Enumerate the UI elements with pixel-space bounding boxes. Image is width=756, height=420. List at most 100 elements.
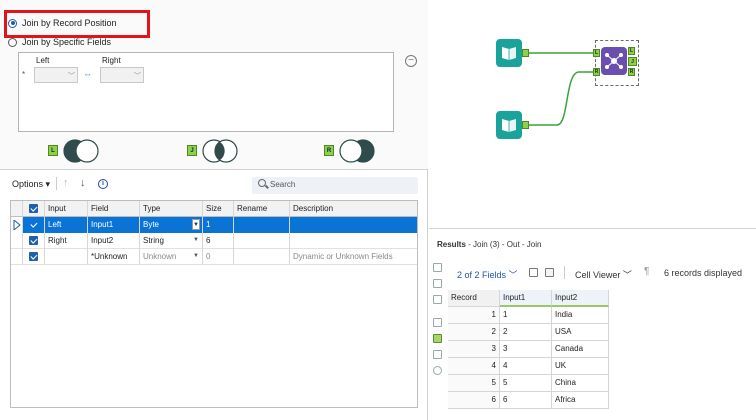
- input-data-tool[interactable]: [496, 39, 522, 67]
- input-data-tool[interactable]: [496, 111, 522, 139]
- help-icon[interactable]: [433, 366, 442, 375]
- highlight-annotation: [4, 10, 150, 38]
- table-view-icon[interactable]: [433, 279, 442, 288]
- cell-input1[interactable]: 2: [500, 324, 552, 341]
- join-output-anchor[interactable]: J: [628, 57, 637, 66]
- right-column-header: Right: [102, 56, 121, 65]
- checkbox-checked-icon[interactable]: [29, 236, 38, 245]
- header-description[interactable]: Description: [290, 201, 417, 217]
- left-field-select[interactable]: ﹀: [34, 67, 78, 83]
- cell-description[interactable]: Dynamic or Unknown Fields: [290, 249, 417, 265]
- left-column-header: Left: [36, 56, 50, 65]
- cell-rename[interactable]: [234, 249, 290, 265]
- cell-input1[interactable]: 4: [500, 358, 552, 375]
- new-row-marker: *: [22, 70, 26, 79]
- header-size[interactable]: Size: [203, 201, 234, 217]
- cell-record[interactable]: 5: [448, 375, 500, 392]
- remove-row-button[interactable]: −: [405, 55, 417, 67]
- cell-input1[interactable]: 1: [500, 307, 552, 324]
- swap-icon[interactable]: ⇔: [83, 69, 92, 79]
- chevron-down-icon[interactable]: ▼: [192, 219, 200, 230]
- cell-input1[interactable]: 3: [500, 341, 552, 358]
- fields-dropdown[interactable]: 2 of 2 Fields ﹀: [457, 268, 518, 281]
- cell-size[interactable]: 6: [203, 233, 234, 249]
- cell-record[interactable]: 4: [448, 358, 500, 375]
- header-record[interactable]: Record: [448, 290, 500, 307]
- cell-rename[interactable]: [234, 233, 290, 249]
- cell-size[interactable]: 1: [203, 217, 234, 233]
- header-type[interactable]: Type: [140, 201, 203, 217]
- header-input2[interactable]: Input2: [552, 290, 609, 307]
- cell-input2[interactable]: China: [552, 375, 609, 392]
- table-row[interactable]: Left Input1 Byte ▼ 1: [11, 217, 417, 233]
- cell-record[interactable]: 1: [448, 307, 500, 324]
- header-field[interactable]: Field: [88, 201, 140, 217]
- workflow-canvas[interactable]: L R L J R: [429, 0, 756, 228]
- cell-input2[interactable]: Canada: [552, 341, 609, 358]
- row-indicator-header: [11, 201, 23, 217]
- table-row[interactable]: Right Input2 String ▼ 6: [11, 233, 417, 249]
- join-left-output-anchor[interactable]: L: [628, 47, 635, 55]
- cell-field[interactable]: *Unknown: [88, 249, 140, 265]
- table-row[interactable]: *Unknown Unknown ▼ 0 Dynamic or Unknown …: [11, 249, 417, 265]
- toolbar-divider: [56, 177, 57, 190]
- cell-description[interactable]: [290, 233, 417, 249]
- cell-field[interactable]: Input2: [88, 233, 140, 249]
- move-down-icon[interactable]: ↓: [80, 177, 86, 189]
- cell-record[interactable]: 2: [448, 324, 500, 341]
- chevron-down-icon[interactable]: ▼: [192, 235, 200, 246]
- join-left-input-anchor[interactable]: L: [593, 49, 600, 57]
- metadata-icon[interactable]: [433, 295, 442, 304]
- join-tool[interactable]: [601, 47, 627, 75]
- options-menu-button[interactable]: Options ▾: [12, 179, 50, 190]
- edit-icon[interactable]: [529, 268, 538, 277]
- cell-record[interactable]: 6: [448, 392, 500, 409]
- input1-anchor-icon[interactable]: [433, 318, 442, 327]
- cell-input2[interactable]: UK: [552, 358, 609, 375]
- cell-description[interactable]: [290, 217, 417, 233]
- cell-input2[interactable]: USA: [552, 324, 609, 341]
- results-title-rest: - Join (3) - Out - Join: [465, 240, 542, 249]
- row-checkbox[interactable]: [23, 233, 45, 249]
- pilcrow-icon[interactable]: ¶: [644, 266, 649, 277]
- list-icon[interactable]: [433, 263, 442, 272]
- venn-right-icon: [339, 139, 375, 163]
- info-icon[interactable]: i: [98, 179, 108, 189]
- select-all-header[interactable]: [23, 201, 45, 217]
- input2-anchor-icon[interactable]: [433, 350, 442, 359]
- join-right-input-anchor[interactable]: R: [593, 68, 600, 76]
- cell-type[interactable]: String ▼: [140, 233, 203, 249]
- checkbox-checked-icon[interactable]: [29, 220, 38, 229]
- close-icon[interactable]: [545, 268, 554, 277]
- records-count: 6 records displayed: [664, 268, 743, 278]
- venn-left-icon: [63, 139, 99, 163]
- join-anchor-icon[interactable]: [433, 334, 442, 343]
- cell-size[interactable]: 0: [203, 249, 234, 265]
- cell-type[interactable]: Byte ▼: [140, 217, 203, 233]
- cell-type[interactable]: Unknown ▼: [140, 249, 203, 265]
- move-up-icon[interactable]: ↑: [63, 177, 69, 189]
- cell-input1[interactable]: 6: [500, 392, 552, 409]
- header-input1[interactable]: Input1: [500, 290, 552, 307]
- cell-input1[interactable]: 5: [500, 375, 552, 392]
- cell-record[interactable]: 3: [448, 341, 500, 358]
- radio-unselected-icon[interactable]: [8, 37, 17, 47]
- header-input[interactable]: Input: [45, 201, 88, 217]
- header-rename[interactable]: Rename: [234, 201, 290, 217]
- cell-field[interactable]: Input1: [88, 217, 140, 233]
- cell-input2[interactable]: India: [552, 307, 609, 324]
- cell-input2[interactable]: Africa: [552, 392, 609, 409]
- checkbox-checked-icon[interactable]: [29, 204, 38, 213]
- checkbox-checked-icon[interactable]: [29, 252, 38, 261]
- right-field-select[interactable]: ﹀: [100, 67, 144, 83]
- chevron-down-icon[interactable]: ▼: [192, 251, 200, 262]
- cell-rename[interactable]: [234, 217, 290, 233]
- row-checkbox[interactable]: [23, 217, 45, 233]
- output-anchor[interactable]: [522, 121, 529, 129]
- join-by-specific-fields-option[interactable]: Join by Specific Fields: [8, 37, 111, 47]
- join-right-output-anchor[interactable]: R: [628, 68, 635, 76]
- cell-viewer-dropdown[interactable]: Cell Viewer ﹀: [575, 268, 632, 281]
- results-title: Results - Join (3) - Out - Join: [437, 240, 541, 249]
- row-checkbox[interactable]: [23, 249, 45, 265]
- output-anchor[interactable]: [522, 49, 529, 57]
